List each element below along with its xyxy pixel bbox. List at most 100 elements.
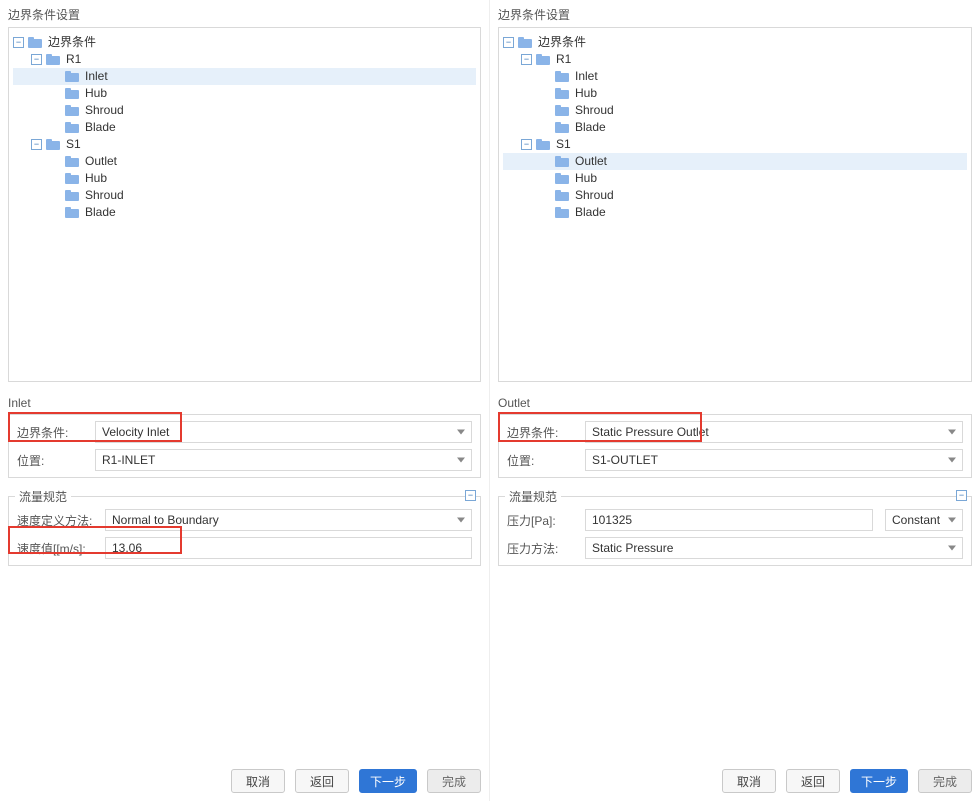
panel-title: 边界条件设置 (498, 6, 972, 23)
folder-icon (536, 54, 550, 65)
tree-item-blade-s1[interactable]: Blade (13, 204, 476, 221)
flow-fieldset: 流量规范 − 速度定义方法: Normal to Boundary 速度值[[m… (8, 496, 481, 566)
tree-item-shroud[interactable]: Shroud (13, 102, 476, 119)
tree-item-inlet[interactable]: Inlet (503, 68, 967, 85)
left-panel: 边界条件设置 − 边界条件 − R1 (0, 0, 490, 801)
bc-label: 边界条件: (17, 424, 87, 441)
tree-item-shroud-s1[interactable]: Shroud (503, 187, 967, 204)
button-bar: 取消 返回 下一步 完成 (231, 769, 481, 793)
velocity-input[interactable]: 13.06 (105, 537, 472, 559)
next-button[interactable]: 下一步 (359, 769, 417, 793)
tree-label: Hub (85, 170, 107, 187)
form-row-pmethod: 压力方法: Static Pressure (507, 537, 963, 559)
page: 边界条件设置 − 边界条件 − R1 (0, 0, 980, 801)
folder-icon (65, 105, 79, 116)
tree-label: Inlet (85, 68, 108, 85)
tree-item-inlet[interactable]: Inlet (13, 68, 476, 85)
collapse-icon[interactable]: − (31, 54, 42, 65)
collapse-icon[interactable]: − (503, 37, 514, 48)
tree-root[interactable]: − 边界条件 (503, 34, 967, 51)
loc-value: S1-OUTLET (592, 453, 658, 467)
folder-icon (555, 71, 569, 82)
tree-label: Outlet (85, 153, 117, 170)
pressure-unit-select[interactable]: Constant (885, 509, 963, 531)
bc-fieldset: 边界条件: Velocity Inlet 位置: R1-INLET (8, 414, 481, 478)
tree-label: Hub (575, 85, 597, 102)
tree-item-outlet[interactable]: Outlet (503, 153, 967, 170)
cancel-button[interactable]: 取消 (231, 769, 285, 793)
finish-button[interactable]: 完成 (427, 769, 481, 793)
tree-item-hub[interactable]: Hub (13, 85, 476, 102)
tree-group-r1[interactable]: − R1 (503, 51, 967, 68)
tree-group-s1[interactable]: − S1 (503, 136, 967, 153)
tree-label: Blade (85, 204, 116, 221)
tree-item-blade[interactable]: Blade (13, 119, 476, 136)
folder-icon (65, 173, 79, 184)
tree-item-shroud-s1[interactable]: Shroud (13, 187, 476, 204)
collapse-icon[interactable]: − (13, 37, 24, 48)
panel-title: 边界条件设置 (8, 6, 481, 23)
folder-icon (65, 88, 79, 99)
tree-root[interactable]: − 边界条件 (13, 34, 476, 51)
pressure-label: 压力[Pa]: (507, 512, 577, 529)
tree-item-hub[interactable]: Hub (503, 85, 967, 102)
tree-item-outlet[interactable]: Outlet (13, 153, 476, 170)
chevron-down-icon (457, 518, 465, 523)
bc-tree: − 边界条件 − R1 Inlet (9, 28, 480, 227)
loc-select[interactable]: R1-INLET (95, 449, 472, 471)
section-label-outlet: Outlet (498, 396, 972, 410)
folder-icon (555, 207, 569, 218)
tree-group-r1[interactable]: − R1 (13, 51, 476, 68)
folder-icon (518, 37, 532, 48)
tree-item-blade[interactable]: Blade (503, 119, 967, 136)
velocity-label: 速度值[[m/s]: (17, 540, 97, 557)
back-button[interactable]: 返回 (295, 769, 349, 793)
bc-label: 边界条件: (507, 424, 577, 441)
bc-value: Velocity Inlet (102, 425, 169, 439)
back-button[interactable]: 返回 (786, 769, 840, 793)
collapse-icon[interactable]: − (31, 139, 42, 150)
tree-label: Hub (575, 170, 597, 187)
folder-icon (65, 71, 79, 82)
collapse-icon[interactable]: − (521, 139, 532, 150)
next-button[interactable]: 下一步 (850, 769, 908, 793)
tree-label: Inlet (575, 68, 598, 85)
folder-icon (46, 139, 60, 150)
folder-icon (555, 105, 569, 116)
bc-select[interactable]: Velocity Inlet (95, 421, 472, 443)
finish-button[interactable]: 完成 (918, 769, 972, 793)
tree-label: S1 (556, 136, 571, 153)
tree-item-blade-s1[interactable]: Blade (503, 204, 967, 221)
loc-label: 位置: (507, 452, 577, 469)
tree-label: Shroud (85, 187, 124, 204)
pressure-input[interactable]: 101325 (585, 509, 873, 531)
tree-item-hub-s1[interactable]: Hub (13, 170, 476, 187)
tree-label: 边界条件 (48, 34, 96, 51)
velocity-value: 13.06 (112, 541, 142, 555)
bc-value: Static Pressure Outlet (592, 425, 709, 439)
folder-icon (555, 122, 569, 133)
chevron-down-icon (457, 458, 465, 463)
collapse-icon[interactable]: − (465, 490, 476, 501)
collapse-icon[interactable]: − (956, 490, 967, 501)
tree-box: − 边界条件 − R1 Inlet (8, 27, 481, 382)
pmethod-select[interactable]: Static Pressure (585, 537, 963, 559)
tree-label: Blade (575, 204, 606, 221)
folder-icon (555, 156, 569, 167)
folder-icon (46, 54, 60, 65)
tree-group-s1[interactable]: − S1 (13, 136, 476, 153)
tree-item-shroud[interactable]: Shroud (503, 102, 967, 119)
tree-label: Blade (575, 119, 606, 136)
loc-select[interactable]: S1-OUTLET (585, 449, 963, 471)
folder-icon (555, 88, 569, 99)
tree-label: Outlet (575, 153, 607, 170)
tree-label: S1 (66, 136, 81, 153)
flow-fieldset: 流量规范 − 压力[Pa]: 101325 Constant 压力方法: Sta… (498, 496, 972, 566)
method-select[interactable]: Normal to Boundary (105, 509, 472, 531)
section-label-inlet: Inlet (8, 396, 481, 410)
folder-icon (65, 122, 79, 133)
collapse-icon[interactable]: − (521, 54, 532, 65)
tree-item-hub-s1[interactable]: Hub (503, 170, 967, 187)
cancel-button[interactable]: 取消 (722, 769, 776, 793)
bc-select[interactable]: Static Pressure Outlet (585, 421, 963, 443)
